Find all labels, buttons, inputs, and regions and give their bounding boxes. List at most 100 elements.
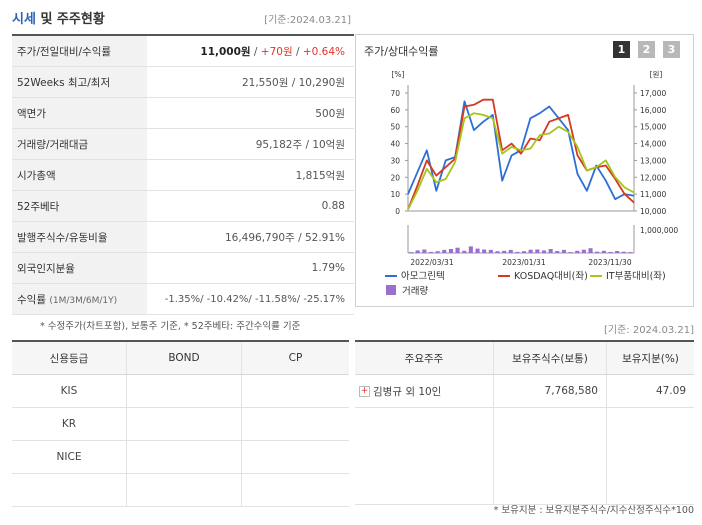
volume-bar [541,250,546,253]
legend-label: 거래량 [402,285,428,297]
holder-name[interactable]: 김병규 외 10인 [373,386,441,398]
x-tick-label: 2022/03/31 [410,258,453,267]
table-row: KIS [12,374,349,408]
y-tick-label: 50 [390,123,400,132]
volume-tick-label: 1,000,000 [640,226,678,235]
row-value: 0.88 [147,190,354,222]
volume-bar [555,251,560,253]
legend-label: 아모그린텍 [401,271,445,282]
volume-bar [528,249,533,253]
table-row: + 김병규 외 10인 7,768,580 47.09 [355,374,694,408]
base-date-right: [기준: 2024.03.21] [603,325,694,336]
row-value: 500원 [147,97,354,129]
y-tick-label: 70 [390,89,400,98]
table-row [355,407,694,440]
row-value: 1,815억원 [147,159,354,191]
y-right-tick-label: 14,000 [640,140,666,149]
legend-label: KOSDAQ대비(좌) [514,271,588,282]
col-header: 신용등급 [12,341,127,375]
price-chart: [%] [원] 70 60 50 40 30 20 10 0 17,000 16,000 15,000 1… [385,70,678,297]
row-shares: 발행주식수/유동비율 16,496,790주 / 52.91% [12,221,354,253]
volume-bar [581,249,586,253]
volume-bar [502,250,507,253]
row-par: 액면가 500원 [12,97,354,129]
volume-bar [455,247,460,253]
y-right-tick-label: 11,000 [640,190,666,199]
table-row [355,440,694,472]
volume-bar [488,249,493,253]
volume-bar [568,252,573,253]
volume-bar [595,251,600,253]
legend-swatch [386,285,396,295]
row-value: 21,550원 / 10,290원 [147,66,354,98]
row-label: 거래량/거래대금 [12,128,147,160]
volume-bar [442,249,447,253]
volume-bar [608,251,613,253]
price-summary-table: 주가/전일대비/수익률 11,000원 / +70원 / +0.64% 52We… [12,34,354,315]
volume-bar [515,251,520,253]
row-52w: 52Weeks 최고/최저 21,550원 / 10,290원 [12,66,354,98]
series-line-2 [407,98,635,210]
volume-bar [468,246,473,253]
x-tick-label: 2023/11/30 [588,258,631,267]
base-date: [기준:2024.03.21] [264,15,351,26]
volume-bar [522,251,527,253]
y-tick-label: 10 [390,190,400,199]
row-label: 수익률 [17,293,46,306]
volume-bar [415,250,420,253]
expand-icon[interactable]: + [359,386,370,397]
volume-bar [575,250,580,253]
table-row [12,473,349,507]
y-right-tick-label: 16,000 [640,106,666,115]
y-tick-label: 30 [390,156,400,165]
current-price: 11,000원 [200,45,251,58]
volume-bar [482,249,487,253]
price-change-pct: +0.64% [302,45,345,58]
row-value: 1.79% [147,252,354,284]
y-tick-label: 40 [390,140,400,149]
volume-bar [409,252,414,253]
volume-bar [535,249,540,253]
volume-bar [621,251,626,253]
col-header: CP [241,341,349,375]
table-row: NICE [12,440,349,474]
row-foreign: 외국인지분율 1.79% [12,252,354,284]
row-label: 주가/전일대비/수익률 [12,35,147,67]
price-change: +70원 [260,45,293,58]
chart-panel: 주가/상대수익률 1 2 3 [%] [원] 70 60 50 40 30 20 10 0 17,0… [355,34,694,307]
y-left-unit: [%] [392,70,405,79]
row-label: 52Weeks 최고/최저 [12,66,147,98]
volume-bar [448,249,453,253]
volume-bar [428,251,433,253]
volume-bar [548,249,553,253]
returns-value: -1.35%/ -10.42%/ -11.58%/ -25.17% [147,283,354,315]
volume-bar [435,251,440,253]
volume-bar [495,251,500,253]
y-tick-label: 20 [390,173,400,182]
table-row: KR [12,407,349,441]
y-right-tick-label: 15,000 [640,123,666,132]
row-label: 발행주식수/유동비율 [12,221,147,253]
y-tick-label: 0 [395,207,400,216]
y-right-tick-label: 17,000 [640,89,666,98]
holder-shares: 7,768,580 [493,374,607,408]
volume-bar [508,249,513,253]
table-row [355,472,694,505]
row-value: 95,182주 / 10억원 [147,128,354,160]
holders-footnote: * 보유지분 : 보유지분주식수/지수산정주식수*100 [493,505,694,516]
row-price: 주가/전일대비/수익률 11,000원 / +70원 / +0.64% [12,35,354,67]
row-label-sub: (1M/3M/6M/1Y) [49,295,118,306]
col-header: 주요주주 [355,341,494,375]
row-volume: 거래량/거래대금 95,182주 / 10억원 [12,128,354,160]
y-right-tick-label: 10,000 [640,207,666,216]
row-returns: 수익률 (1M/3M/6M/1Y) -1.35%/ -10.42%/ -11.5… [12,283,354,315]
row-label: 외국인지분율 [12,252,147,284]
y-right-unit: [원] [650,70,663,79]
volume-bar [601,250,606,253]
row-label: 액면가 [12,97,147,129]
x-tick-label: 2023/01/31 [502,258,545,267]
row-mcap: 시가총액 1,815억원 [12,159,354,191]
footnote: * 수정주가(차트포함), 보통주 기준, * 52주베타: 주간수익률 기준 [40,321,301,332]
col-header: BOND [126,341,242,375]
holder-ratio: 47.09 [606,374,694,408]
